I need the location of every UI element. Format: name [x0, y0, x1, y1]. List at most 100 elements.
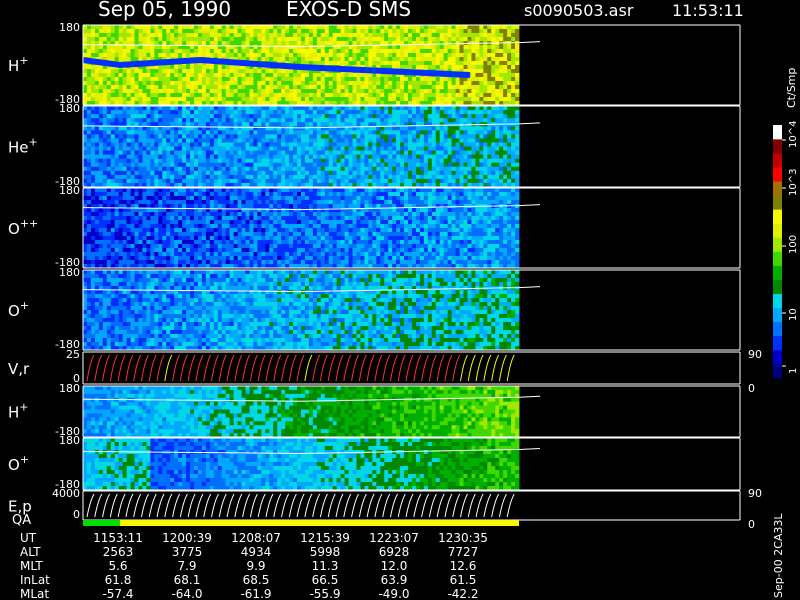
spectrogram-cell: [134, 232, 139, 237]
spectrogram-cell: [186, 256, 191, 261]
spectrogram-cell: [324, 49, 330, 54]
spectrogram-cell: [118, 25, 124, 30]
spectrogram-cell: [451, 166, 456, 172]
spectrogram-cell: [297, 126, 302, 131]
spectrogram-cell: [170, 85, 175, 90]
spectrogram-cell: [170, 154, 175, 160]
spectrogram-cell: [443, 57, 449, 62]
spectrogram-cell: [83, 170, 88, 176]
spectrogram-cell: [400, 114, 405, 119]
spectrogram-cell: [166, 65, 171, 70]
spectrogram-cell: [241, 49, 246, 54]
spectrogram-cell: [479, 37, 484, 42]
spectrogram-cell: [356, 134, 361, 139]
spectrogram-cell: [439, 45, 445, 50]
spectrogram-cell: [491, 69, 496, 74]
spectrogram-cell: [197, 110, 203, 115]
spectrogram-cell: [98, 106, 104, 111]
spectrogram-cell: [396, 81, 401, 86]
spectrogram-cell: [249, 150, 254, 155]
spectrogram-cell: [142, 97, 147, 102]
spectrogram-cell: [126, 114, 131, 119]
spectrogram-cell: [94, 81, 100, 86]
spectrogram-cell: [154, 33, 159, 38]
spectrogram-cell: [507, 154, 512, 160]
spectrogram-cell: [388, 114, 393, 119]
spectrogram-cell: [435, 97, 441, 102]
spectrogram-cell: [253, 33, 258, 38]
spectrogram-cell: [320, 158, 326, 164]
spectrogram-cell: [483, 25, 488, 30]
spectrogram-cell: [360, 25, 365, 30]
spectrogram-cell: [182, 114, 187, 119]
spectrogram-cell: [83, 196, 88, 201]
spectrogram-cell: [86, 89, 92, 94]
spectrogram-cell: [86, 240, 92, 245]
spectrogram-cell: [174, 33, 179, 38]
spectrogram-cell: [162, 69, 167, 74]
spectrogram-cell: [205, 29, 211, 34]
spectrogram-cell: [126, 85, 131, 90]
spectrogram-cell: [182, 166, 187, 172]
spectrogram-cell: [130, 162, 135, 168]
spectrogram-cell: [447, 85, 453, 90]
spectrogram-cell: [197, 49, 203, 54]
spectrogram-cell: [114, 248, 120, 253]
spectrogram-cell: [312, 122, 318, 127]
spectrogram-cell: [463, 61, 468, 66]
spectrogram-cell: [273, 29, 278, 34]
spectrogram-cell: [475, 85, 480, 90]
spectrogram-cell: [98, 200, 104, 205]
spectrogram-cell: [154, 37, 159, 42]
spectrogram-cell: [289, 85, 294, 90]
spectrogram-cell: [233, 150, 238, 155]
spectrogram-cell: [225, 106, 231, 111]
spectrogram-cell: [479, 77, 484, 82]
spectrogram-cell: [98, 178, 104, 184]
spectrogram-cell: [261, 162, 266, 168]
spectrogram-cell: [289, 122, 294, 127]
spectrogram-cell: [431, 142, 437, 147]
spectrogram-cell: [392, 126, 397, 131]
spectrogram-cell: [297, 178, 302, 184]
spectrogram-cell: [396, 25, 401, 30]
spectrogram-cell: [352, 89, 357, 94]
spectrogram-cell: [308, 158, 314, 164]
spectrogram-cell: [138, 236, 143, 241]
spectrogram-cell: [447, 154, 453, 160]
spectrogram-cell: [348, 174, 353, 180]
spectrogram-cell: [312, 166, 318, 172]
spectrogram-cell: [487, 138, 492, 143]
spectrogram-cell: [146, 220, 151, 225]
spectrogram-cell: [86, 200, 92, 205]
spectrogram-cell: [503, 166, 508, 172]
spectrogram-cell: [150, 200, 155, 205]
spectrogram-cell: [507, 162, 512, 168]
spectrogram-cell: [122, 212, 127, 217]
spectrogram-cell: [229, 81, 235, 86]
spectrogram-cell: [86, 130, 92, 135]
spectrogram-cell: [225, 154, 231, 160]
spectrogram-cell: [122, 57, 127, 62]
spectrogram-cell: [265, 142, 270, 147]
spectrogram-cell: [308, 89, 314, 94]
spectrogram-cell: [110, 178, 116, 184]
spectrogram-cell: [130, 110, 135, 115]
spectrogram-cell: [332, 57, 338, 62]
spectrogram-cell: [190, 244, 195, 249]
spectrogram-cell: [503, 142, 508, 147]
spectrogram-cell: [388, 45, 393, 50]
spectrogram-cell: [324, 154, 330, 160]
spectrogram-cell: [213, 178, 219, 184]
spectrogram-cell: [415, 118, 421, 123]
spectrogram-cell: [404, 138, 409, 143]
spectrogram-cell: [233, 106, 238, 111]
spectrogram-cell: [340, 178, 345, 184]
spectrogram-cell: [511, 110, 516, 115]
spectrogram-cell: [511, 89, 516, 94]
spectrogram-cell: [396, 53, 401, 58]
spectrogram-cell: [463, 162, 468, 168]
spectrogram-cell: [102, 45, 108, 50]
spectrogram-cell: [150, 192, 155, 197]
spectrogram-cell: [110, 25, 116, 30]
